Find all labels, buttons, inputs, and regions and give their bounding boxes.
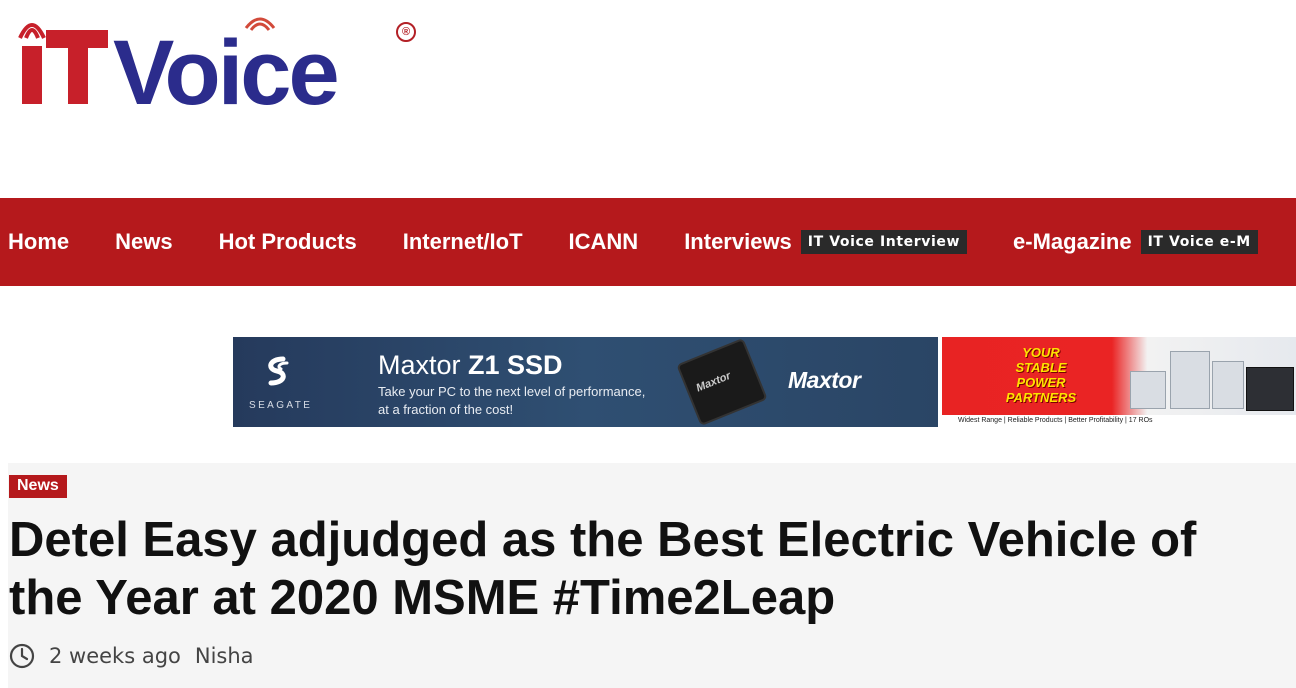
power-ad-slogan: YOUR STABLE POWER PARTNERS	[956, 345, 1126, 405]
nav-item-hot-products[interactable]: Hot Products	[219, 229, 357, 255]
nav-item-home[interactable]: Home	[8, 229, 69, 255]
power-partners-ad-banner[interactable]: YOUR STABLE POWER PARTNERS Widest Range …	[942, 337, 1296, 427]
nav-link-home[interactable]: Home	[8, 229, 69, 255]
seagate-logo-text: SEAGATE	[249, 400, 313, 411]
ad-subtitle: Take your PC to the next level of perfor…	[378, 383, 678, 419]
nav-item-e-magazine[interactable]: e-Magazine IT Voice e-M	[1013, 229, 1258, 255]
site-logo[interactable]: Voice ®	[18, 8, 418, 124]
inverter-product-image	[1212, 361, 1244, 409]
nav-tag-interviews: IT Voice Interview	[800, 230, 968, 254]
stabilizer-product-image	[1170, 351, 1210, 409]
power-ad-line2: STABLE	[1015, 360, 1067, 375]
nav-link-internet-iot[interactable]: Internet/IoT	[403, 229, 523, 255]
seagate-logo-icon	[268, 356, 289, 386]
clock-icon	[9, 643, 35, 669]
power-ad-line3: POWER	[1016, 375, 1066, 390]
nav-link-news[interactable]: News	[115, 229, 172, 255]
registered-mark: ®	[396, 22, 416, 42]
seagate-ad-banner[interactable]: SEAGATE Maxtor Z1 SSD Take your PC to th…	[233, 337, 938, 427]
ad-title-prefix: Maxtor	[378, 350, 469, 380]
nav-item-icann[interactable]: ICANN	[569, 229, 639, 255]
ups-product-image	[1130, 371, 1166, 409]
nav-link-interviews[interactable]: Interviews	[684, 229, 792, 255]
ad-title: Maxtor Z1 SSD	[378, 350, 563, 381]
article-title: Detel Easy adjudged as the Best Electric…	[9, 513, 1197, 625]
nav-link-e-magazine[interactable]: e-Magazine	[1013, 229, 1132, 255]
ssd-product-image: Maxtor	[678, 340, 766, 424]
itvoice-logo-graphic: Voice	[18, 17, 340, 124]
nav-item-internet-iot[interactable]: Internet/IoT	[403, 229, 523, 255]
power-ad-line4: PARTNERS	[1005, 390, 1077, 405]
main-nav: Home News Hot Products Internet/IoT ICAN…	[0, 198, 1296, 286]
ssd-chip-label: Maxtor	[694, 369, 733, 395]
maxtor-brand-logo: Maxtor	[788, 367, 861, 393]
article-meta: 2 weeks ago Nisha	[9, 643, 254, 669]
nav-link-hot-products[interactable]: Hot Products	[219, 229, 357, 255]
ad-subtitle-line1: Take your PC to the next level of perfor…	[378, 384, 646, 399]
ad-subtitle-line2: at a fraction of the cost!	[378, 402, 514, 417]
svg-text:Voice: Voice	[113, 22, 337, 118]
article-header: News Detel Easy adjudged as the Best Ele…	[8, 463, 1296, 688]
author-link[interactable]: Nisha	[195, 644, 254, 668]
publish-time: 2 weeks ago	[49, 644, 181, 668]
nav-item-news[interactable]: News	[115, 229, 172, 255]
nav-item-interviews[interactable]: Interviews IT Voice Interview	[684, 229, 968, 255]
power-ad-footer: Widest Range | Reliable Products | Bette…	[942, 415, 1296, 427]
battery-product-image	[1246, 367, 1294, 411]
ad-title-strong: Z1 SSD	[468, 350, 563, 380]
nav-tag-e-magazine: IT Voice e-M	[1140, 230, 1258, 254]
power-ad-line1: YOUR	[1022, 345, 1060, 360]
nav-link-icann[interactable]: ICANN	[569, 229, 639, 255]
category-badge[interactable]: News	[9, 475, 67, 498]
